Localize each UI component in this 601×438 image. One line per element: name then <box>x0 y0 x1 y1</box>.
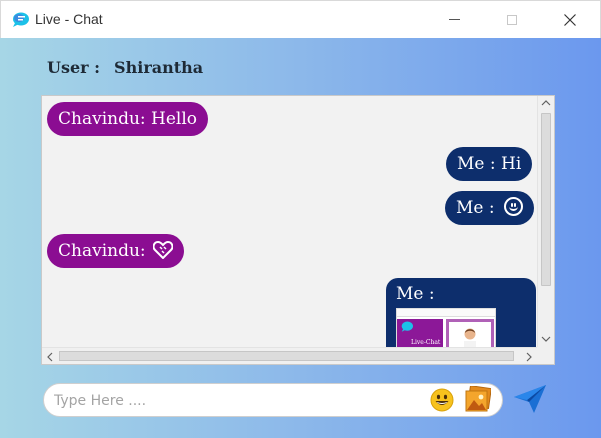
vertical-scroll-thumb[interactable] <box>541 113 551 286</box>
window-titlebar: Live - Chat <box>0 0 601 38</box>
maximize-button[interactable] <box>489 1 535 38</box>
main-panel: User : Shirantha Chavindu: Hello Me : Hi … <box>0 38 601 438</box>
message-text: Chavindu: Hello <box>58 109 198 129</box>
image-icon[interactable] <box>465 386 491 412</box>
send-icon[interactable] <box>512 384 548 414</box>
scrollbar-corner <box>537 347 554 364</box>
message-text: Chavindu: <box>58 241 146 261</box>
user-header: User : Shirantha <box>47 58 203 77</box>
scroll-up-icon[interactable] <box>541 99 551 107</box>
message-input[interactable] <box>54 390 414 412</box>
window-title: Live - Chat <box>35 11 103 27</box>
horizontal-scroll-thumb[interactable] <box>59 351 514 361</box>
horizontal-scrollbar[interactable] <box>42 347 554 364</box>
message-text: Me : <box>456 198 495 218</box>
message-text: Me : <box>396 284 435 304</box>
message-outgoing: Me : <box>445 191 535 225</box>
scroll-down-icon[interactable] <box>541 335 551 343</box>
message-outgoing: Me : Hi <box>446 147 533 181</box>
thumbnail-title: Live-Chat <box>411 339 441 346</box>
heart-icon <box>153 241 174 259</box>
emoji-icon[interactable] <box>430 388 454 412</box>
minimize-icon <box>448 19 460 20</box>
close-button[interactable] <box>547 1 593 38</box>
maximize-icon <box>507 14 517 25</box>
smiling-face-icon <box>504 197 524 216</box>
message-incoming: Chavindu: Hello <box>47 102 209 136</box>
scroll-left-icon[interactable] <box>46 352 54 362</box>
chat-area[interactable]: Chavindu: Hello Me : Hi Me : Chavindu: M… <box>41 95 555 365</box>
message-incoming: Chavindu: <box>47 234 185 268</box>
vertical-scrollbar[interactable] <box>537 96 554 348</box>
chat-bubble-icon <box>401 321 413 332</box>
user-name: Shirantha <box>114 58 204 77</box>
scroll-right-icon[interactable] <box>525 352 533 362</box>
close-icon <box>564 13 576 26</box>
user-label: User : <box>47 58 101 77</box>
minimize-button[interactable] <box>431 1 477 38</box>
chat-bubble-icon <box>13 12 29 27</box>
message-text: Me : Hi <box>457 154 522 174</box>
